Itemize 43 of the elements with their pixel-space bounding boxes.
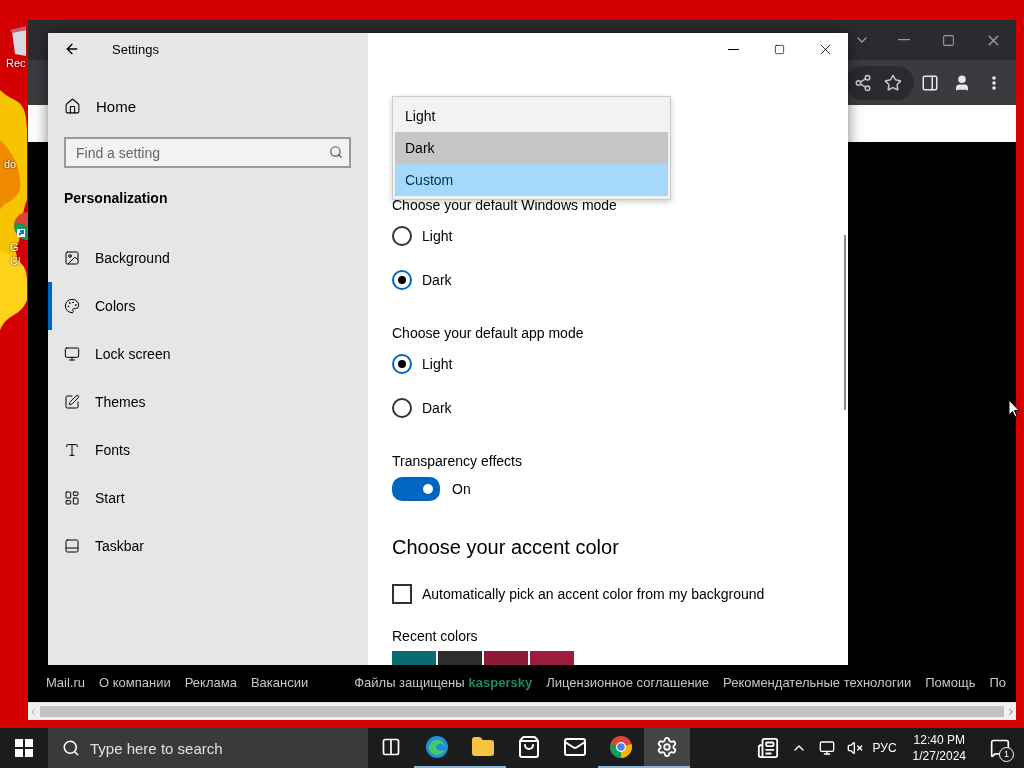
brand-link[interactable]: kaspersky bbox=[468, 675, 533, 690]
window-title: Settings bbox=[112, 41, 159, 57]
nav-item[interactable]: Lock screen bbox=[48, 330, 368, 378]
desktop-icon-label: Rec bbox=[6, 56, 26, 70]
notifications-button[interactable]: 1 bbox=[982, 728, 1018, 768]
search-field[interactable]: Find a setting bbox=[64, 137, 351, 168]
footer-link[interactable]: Рекомендательные технологии bbox=[723, 675, 912, 690]
setting-label: Choose your default app mode bbox=[392, 324, 584, 342]
menu-option[interactable]: Light bbox=[395, 100, 668, 132]
nav-item[interactable]: Taskbar bbox=[48, 522, 368, 570]
menu-option[interactable]: Dark bbox=[395, 132, 668, 164]
radio-label: Light bbox=[422, 356, 453, 372]
setting-label: Choose your default Windows mode bbox=[392, 196, 617, 214]
radio-label: Dark bbox=[422, 272, 452, 288]
section-heading: Choose your accent color bbox=[392, 535, 619, 559]
footer-link[interactable]: Лицензионное соглашение bbox=[546, 675, 710, 690]
checkbox-label: Automatically pick an accent color from my background bbox=[422, 586, 765, 602]
nav-item[interactable]: Background bbox=[48, 234, 368, 282]
footer-link[interactable]: Mail.ru bbox=[46, 675, 85, 690]
language-indicator[interactable]: РУС bbox=[872, 741, 897, 755]
toggle-state: On bbox=[452, 481, 471, 497]
footer-link[interactable]: По bbox=[989, 675, 1007, 690]
footer-link[interactable]: Помощь bbox=[925, 675, 976, 690]
footer-link[interactable]: О компании bbox=[99, 675, 171, 690]
home-link[interactable]: Home bbox=[96, 97, 136, 115]
nav-item[interactable]: Colors bbox=[48, 282, 368, 330]
setting-label: Transparency effects bbox=[392, 452, 522, 470]
footer-link[interactable]: Вакансии bbox=[250, 675, 309, 690]
nav-item[interactable]: Start bbox=[48, 474, 368, 522]
clock[interactable]: 12:40 PM 1/27/2024 bbox=[912, 732, 966, 764]
footer-link[interactable]: Реклама bbox=[184, 675, 237, 690]
nav-item[interactable]: Themes bbox=[48, 378, 368, 426]
protection-text: Файлы защищены bbox=[354, 675, 465, 690]
taskbar-search-field[interactable]: Type here to search bbox=[48, 728, 368, 768]
setting-label: Recent colors bbox=[392, 627, 478, 645]
radio-label: Light bbox=[422, 228, 453, 244]
desktop-icon-label: G bbox=[10, 240, 19, 254]
desktop-icon-label: do bbox=[4, 157, 17, 171]
desktop-icon-label: Cl bbox=[10, 254, 21, 268]
nav-item[interactable]: Fonts bbox=[48, 426, 368, 474]
radio-label: Dark bbox=[422, 400, 452, 416]
menu-option[interactable]: Custom bbox=[395, 164, 668, 196]
section-heading: Personalization bbox=[64, 190, 169, 208]
